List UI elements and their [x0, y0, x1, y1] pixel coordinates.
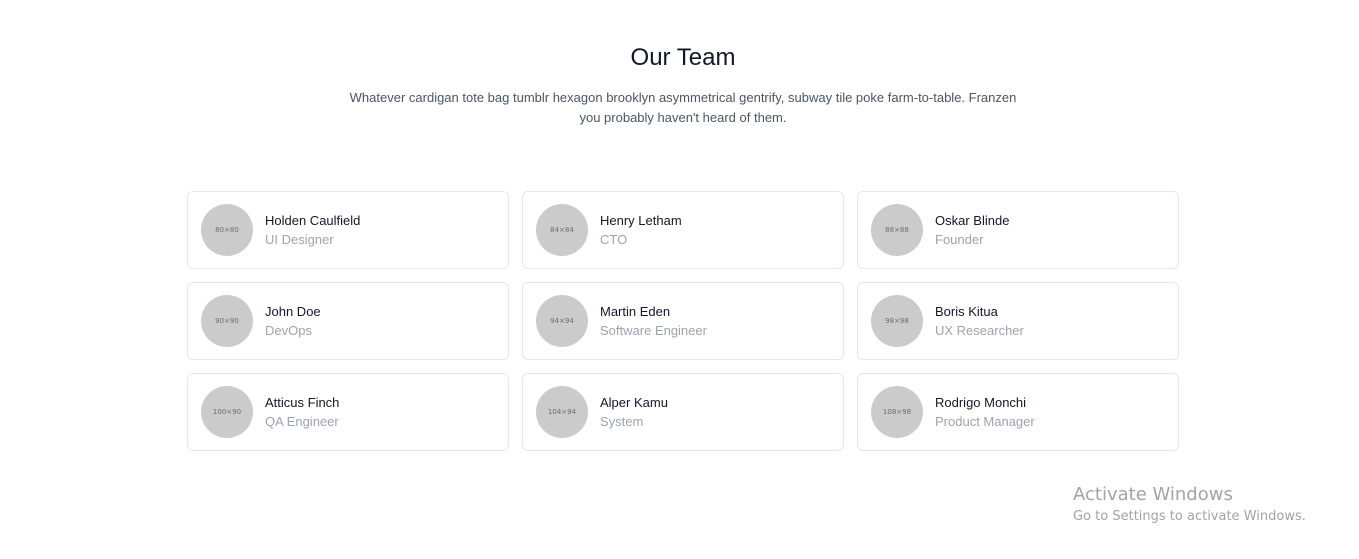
team-member-card: 80×80 Holden Caulfield UI Designer [187, 191, 509, 269]
avatar-placeholder: 108×98 [871, 386, 923, 438]
member-role: Software Engineer [600, 323, 707, 338]
member-role: DevOps [265, 323, 312, 338]
team-member-card: 98×98 Boris Kitua UX Researcher [857, 282, 1179, 360]
member-info: Alper Kamu System [600, 393, 668, 431]
windows-activation-watermark: Activate Windows Go to Settings to activ… [1073, 484, 1306, 526]
team-member-card: 108×98 Rodrigo Monchi Product Manager [857, 373, 1179, 451]
member-role: QA Engineer [265, 414, 339, 429]
member-info: Boris Kitua UX Researcher [935, 302, 1024, 340]
member-role: Founder [935, 232, 984, 247]
team-grid: 80×80 Holden Caulfield UI Designer 84×84… [187, 191, 1179, 451]
member-name: John Doe [265, 304, 321, 319]
member-info: John Doe DevOps [265, 302, 321, 340]
member-info: Rodrigo Monchi Product Manager [935, 393, 1035, 431]
page-title: Our Team [630, 44, 736, 71]
avatar-size-label: 100×90 [212, 408, 242, 416]
member-name: Oskar Blinde [935, 213, 1010, 228]
avatar-placeholder: 100×90 [201, 386, 253, 438]
avatar-size-label: 84×84 [550, 226, 574, 234]
member-info: Oskar Blinde Founder [935, 211, 1009, 249]
activation-subtitle: Go to Settings to activate Windows. [1073, 509, 1306, 524]
avatar-placeholder: 84×84 [536, 204, 588, 256]
page-description: Whatever cardigan tote bag tumblr hexago… [349, 90, 1017, 125]
member-name: Atticus Finch [265, 395, 340, 410]
team-member-card: 90×90 John Doe DevOps [187, 282, 509, 360]
avatar-placeholder: 90×90 [201, 295, 253, 347]
member-info: Martin Eden Software Engineer [600, 302, 707, 340]
member-role: Product Manager [935, 414, 1035, 429]
team-member-card: 88×88 Oskar Blinde Founder [857, 191, 1179, 269]
avatar-size-label: 80×80 [215, 226, 239, 234]
member-name: Henry Letham [600, 213, 682, 228]
avatar-size-label: 94×94 [550, 317, 574, 325]
member-info: Henry Letham CTO [600, 211, 682, 249]
member-info: Atticus Finch QA Engineer [265, 393, 339, 431]
avatar-size-label: 88×88 [885, 226, 909, 234]
member-name: Boris Kitua [935, 304, 998, 319]
team-member-card: 104×94 Alper Kamu System [522, 373, 844, 451]
avatar-placeholder: 88×88 [871, 204, 923, 256]
team-member-card: 100×90 Atticus Finch QA Engineer [187, 373, 509, 451]
member-role: System [600, 414, 644, 429]
member-info: Holden Caulfield UI Designer [265, 211, 360, 249]
avatar-placeholder: 94×94 [536, 295, 588, 347]
member-role: UX Researcher [935, 323, 1024, 338]
member-name: Rodrigo Monchi [935, 395, 1027, 410]
member-role: UI Designer [265, 232, 334, 247]
member-name: Alper Kamu [600, 395, 668, 410]
activation-title: Activate Windows [1073, 484, 1233, 505]
member-name: Martin Eden [600, 304, 671, 319]
member-role: CTO [600, 232, 628, 247]
avatar-size-label: 108×98 [882, 408, 912, 416]
avatar-size-label: 98×98 [885, 317, 909, 325]
team-member-card: 94×94 Martin Eden Software Engineer [522, 282, 844, 360]
avatar-placeholder: 104×94 [536, 386, 588, 438]
avatar-placeholder: 98×98 [871, 295, 923, 347]
avatar-size-label: 104×94 [547, 408, 577, 416]
avatar-size-label: 90×90 [215, 317, 239, 325]
member-name: Holden Caulfield [265, 213, 361, 228]
avatar-placeholder: 80×80 [201, 204, 253, 256]
team-member-card: 84×84 Henry Letham CTO [522, 191, 844, 269]
